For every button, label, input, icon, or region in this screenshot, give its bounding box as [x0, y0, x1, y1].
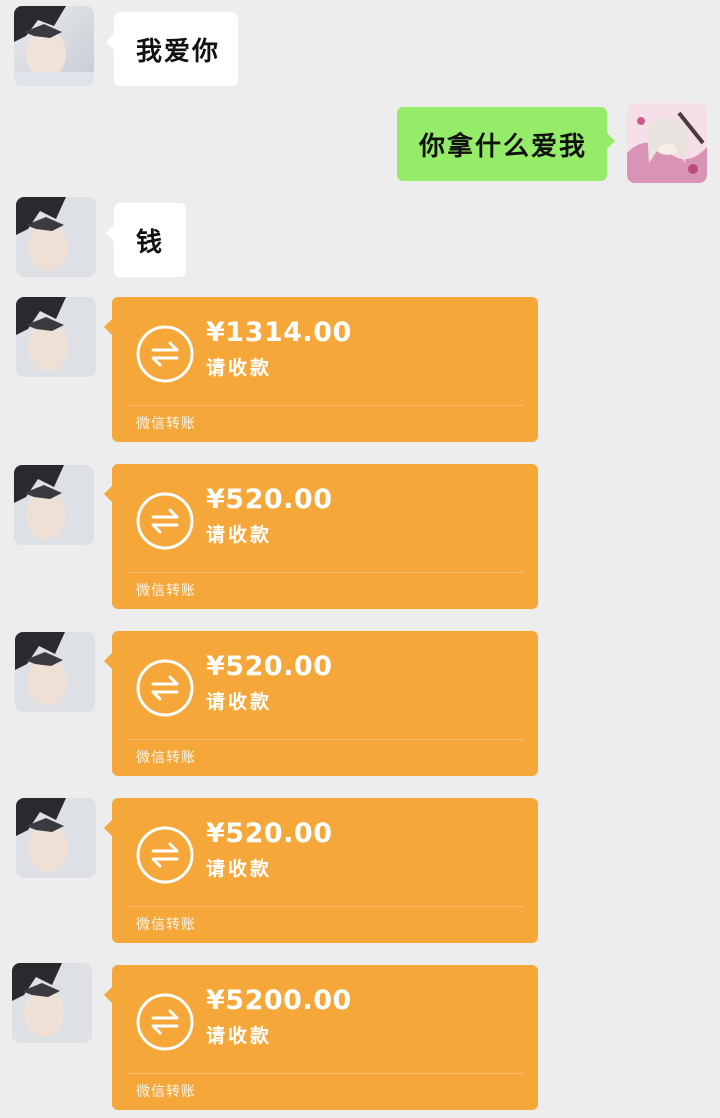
transfer-amount: ¥5200.00 — [206, 985, 352, 1016]
transfer-footer-label: 微信转账 — [136, 1084, 196, 1100]
transfer-divider — [126, 572, 524, 573]
sender-avatar[interactable] — [14, 465, 94, 545]
sender-avatar[interactable] — [16, 297, 96, 377]
transfer-arrows-icon — [136, 325, 194, 383]
transfer-arrows-icon — [136, 826, 194, 884]
chat-view: 我爱你 你拿什么爱我 钱 ¥1314.00 请收款 微信转账 ¥520.00 请… — [0, 0, 720, 1118]
transfer-card[interactable]: ¥1314.00 请收款 微信转账 — [104, 297, 538, 442]
transfer-footer-label: 微信转账 — [136, 750, 196, 766]
sender-avatar[interactable] — [15, 632, 95, 712]
message-bubble-incoming[interactable]: 我爱你 — [106, 12, 238, 86]
transfer-divider — [126, 739, 524, 740]
transfer-arrows-icon — [136, 993, 194, 1051]
transfer-divider — [126, 906, 524, 907]
transfer-card[interactable]: ¥520.00 请收款 微信转账 — [104, 464, 538, 609]
transfer-status: 请收款 — [206, 691, 273, 713]
transfer-card[interactable]: ¥520.00 请收款 微信转账 — [104, 798, 538, 943]
message-bubble-incoming[interactable]: 钱 — [106, 203, 186, 277]
transfer-footer-label: 微信转账 — [136, 917, 196, 933]
sender-avatar[interactable] — [12, 963, 92, 1043]
transfer-status: 请收款 — [206, 1025, 273, 1047]
transfer-amount: ¥520.00 — [206, 818, 333, 849]
transfer-card[interactable]: ¥5200.00 请收款 微信转账 — [104, 965, 538, 1110]
transfer-divider — [126, 405, 524, 406]
transfer-arrows-icon — [136, 492, 194, 550]
transfer-arrows-icon — [136, 659, 194, 717]
self-avatar[interactable] — [627, 103, 707, 183]
transfer-footer-label: 微信转账 — [136, 416, 196, 432]
message-text: 钱 — [136, 227, 165, 258]
transfer-card[interactable]: ¥520.00 请收款 微信转账 — [104, 631, 538, 776]
transfer-amount: ¥520.00 — [206, 484, 333, 515]
sender-avatar[interactable] — [14, 6, 94, 86]
transfer-amount: ¥520.00 — [206, 651, 333, 682]
transfer-status: 请收款 — [206, 357, 273, 379]
message-text: 我爱你 — [136, 36, 221, 67]
transfer-status: 请收款 — [206, 524, 273, 546]
transfer-status: 请收款 — [206, 858, 273, 880]
transfer-footer-label: 微信转账 — [136, 583, 196, 599]
transfer-amount: ¥1314.00 — [206, 317, 352, 348]
sender-avatar[interactable] — [16, 798, 96, 878]
message-bubble-outgoing[interactable]: 你拿什么爱我 — [397, 107, 615, 181]
sender-avatar[interactable] — [16, 197, 96, 277]
message-text: 你拿什么爱我 — [419, 131, 588, 162]
transfer-divider — [126, 1073, 524, 1074]
